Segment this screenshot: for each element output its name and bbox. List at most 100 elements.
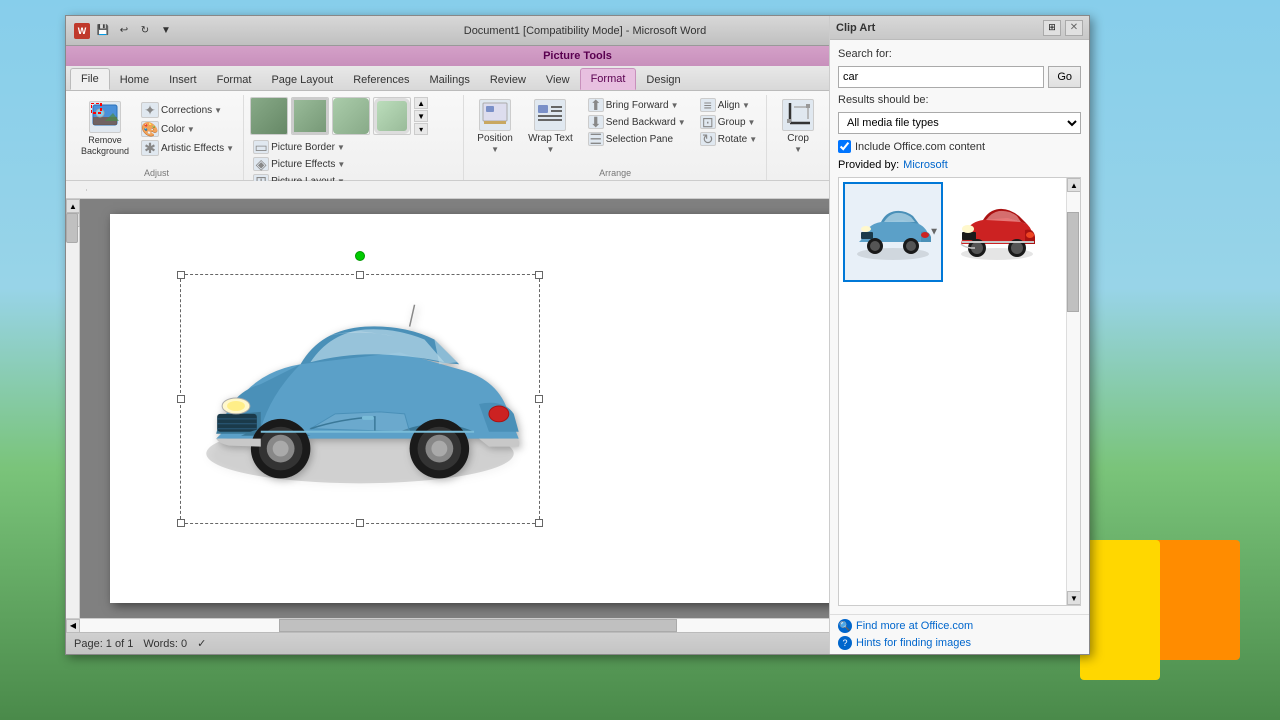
arrange-large-buttons: Position ▼ Wr <box>470 97 577 156</box>
hscroll-left[interactable]: ◀ <box>66 619 80 633</box>
picture-styles-content: ▲ ▼ ▾ ▭ Picture Border ▼ ◈ Picture Effec… <box>250 97 457 189</box>
tab-insert[interactable]: Insert <box>159 70 207 90</box>
wrap-text-icon <box>534 99 566 131</box>
adjust-group-content: Remove Background ✦ Corrections ▼ 🎨 Colo… <box>76 97 237 166</box>
group-label: Group <box>718 117 746 128</box>
tab-file[interactable]: File <box>70 68 110 90</box>
crop-button[interactable]: Crop ▼ <box>773 97 823 156</box>
pic-style-4[interactable] <box>373 97 411 135</box>
align-button[interactable]: ≡ Align ▼ <box>697 97 760 113</box>
group-icon: ⊡ <box>700 115 716 129</box>
gallery-scroll-down[interactable]: ▼ <box>1067 591 1081 605</box>
tab-view[interactable]: View <box>536 70 580 90</box>
align-arrow: ▼ <box>742 101 750 110</box>
picture-effects-arrow: ▼ <box>337 160 345 169</box>
arrange-align-buttons: ≡ Align ▼ ⊡ Group ▼ ↻ Rotate ▼ <box>697 97 760 147</box>
picture-border-button[interactable]: ▭ Picture Border ▼ <box>250 139 348 155</box>
handle-bottom-center[interactable] <box>356 519 364 527</box>
picture-effects-label: Picture Effects <box>271 159 335 170</box>
remove-background-button[interactable]: Remove Background <box>76 99 134 159</box>
handle-top-right[interactable] <box>535 271 543 279</box>
pic-style-2[interactable] <box>291 97 329 135</box>
crop-arrow: ▼ <box>794 145 802 154</box>
ribbon-group-picture-styles: ▲ ▼ ▾ ▭ Picture Border ▼ ◈ Picture Effec… <box>244 95 464 180</box>
color-label: Color <box>161 124 185 135</box>
find-more-link[interactable]: 🔍 Find more at Office.com <box>838 619 1081 632</box>
picture-effects-button[interactable]: ◈ Picture Effects ▼ <box>250 156 348 172</box>
bring-forward-button[interactable]: ⬆ Bring Forward ▼ <box>585 97 689 113</box>
handle-middle-left[interactable] <box>177 395 185 403</box>
styles-scroll-up[interactable]: ▲ <box>414 97 428 109</box>
corrections-icon: ✦ <box>141 102 159 118</box>
clip-art-result-2[interactable] <box>947 182 1047 282</box>
blue-car-thumbnail <box>853 202 933 262</box>
handle-top-left[interactable] <box>177 271 185 279</box>
hscroll-thumb[interactable] <box>279 619 677 632</box>
word-icon: W <box>74 23 90 39</box>
styles-expand[interactable]: ▾ <box>414 123 428 135</box>
corrections-button[interactable]: ✦ Corrections ▼ <box>138 101 237 119</box>
send-backward-arrow: ▼ <box>678 118 686 127</box>
send-backward-button[interactable]: ⬇ Send Backward ▼ <box>585 114 689 130</box>
tab-mailings[interactable]: Mailings <box>419 70 479 90</box>
rotate-arrow: ▼ <box>749 135 757 144</box>
artistic-effects-arrow: ▼ <box>226 144 234 153</box>
handle-top-center[interactable] <box>356 271 364 279</box>
group-button[interactable]: ⊡ Group ▼ <box>697 114 760 130</box>
clip-art-body: Search for: Go Results should be: All me… <box>830 181 1089 614</box>
selection-pane-button[interactable]: ☰ Selection Pane <box>585 131 689 147</box>
customize-qa-button[interactable]: ▼ <box>157 22 175 40</box>
picture-border-icon: ▭ <box>253 140 269 154</box>
color-button[interactable]: 🎨 Color ▼ <box>138 120 237 138</box>
position-label: Position <box>477 133 513 145</box>
scroll-up-btn[interactable]: ▲ <box>66 199 80 213</box>
selection-pane-label: Selection Pane <box>606 134 673 145</box>
tab-design[interactable]: Design <box>636 70 690 90</box>
artistic-effects-button[interactable]: ✱ Artistic Effects ▼ <box>138 139 237 157</box>
tab-format[interactable]: Format <box>207 70 262 90</box>
align-icon: ≡ <box>700 98 716 112</box>
tab-references[interactable]: References <box>343 70 419 90</box>
gallery-scroll-thumb[interactable] <box>1067 212 1079 312</box>
artistic-effects-label: Artistic Effects <box>161 143 224 154</box>
rotation-handle[interactable] <box>355 251 365 261</box>
tab-review[interactable]: Review <box>480 70 536 90</box>
page-info: Page: 1 of 1 <box>74 638 133 650</box>
crop-label: Crop <box>787 133 809 145</box>
word-count: Words: 0 <box>143 638 187 650</box>
wrap-text-button[interactable]: Wrap Text ▼ <box>524 97 577 156</box>
tab-page-layout[interactable]: Page Layout <box>261 70 343 90</box>
left-scrollbar-area: ▲ ▼ <box>66 199 80 618</box>
find-more-text: Find more at Office.com <box>856 620 973 632</box>
result-1-arrow[interactable]: ▼ <box>929 227 939 238</box>
arrange-small-buttons: ⬆ Bring Forward ▼ ⬇ Send Backward ▼ ☰ Se… <box>585 97 689 147</box>
selected-image-container[interactable] <box>180 274 540 524</box>
arrange-content: Position ▼ Wr <box>470 97 760 166</box>
remove-background-label: Remove Background <box>80 135 130 157</box>
tab-home[interactable]: Home <box>110 70 159 90</box>
handle-middle-right[interactable] <box>535 395 543 403</box>
handle-bottom-right[interactable] <box>535 519 543 527</box>
position-button[interactable]: Position ▼ <box>470 97 520 156</box>
tab-picture-tools-format[interactable]: Format <box>580 68 637 90</box>
handle-bottom-left[interactable] <box>177 519 185 527</box>
save-button[interactable]: 💾 <box>94 22 112 40</box>
left-scroll-thumb[interactable] <box>66 213 78 243</box>
rotate-button[interactable]: ↻ Rotate ▼ <box>697 131 760 147</box>
wrap-text-label: Wrap Text <box>528 133 573 145</box>
redo-button[interactable]: ↻ <box>136 22 154 40</box>
pic-style-1[interactable] <box>250 97 288 135</box>
word-window: W 💾 ↩ ↻ ▼ Document1 [Compatibility Mode]… <box>65 15 1090 655</box>
gallery-scroll-up[interactable]: ▲ <box>1067 181 1081 192</box>
document-content-area: ▲ ▼ <box>66 181 1089 632</box>
pic-style-3[interactable] <box>332 97 370 135</box>
clip-art-results-gallery[interactable]: ▼ <box>838 181 1081 606</box>
car-image <box>181 275 539 523</box>
selection-pane-icon: ☰ <box>588 132 604 146</box>
clip-art-result-1[interactable]: ▼ <box>843 182 943 282</box>
styles-scroll-down[interactable]: ▼ <box>414 110 428 122</box>
picture-border-label: Picture Border <box>271 142 335 153</box>
undo-button[interactable]: ↩ <box>115 22 133 40</box>
bring-forward-arrow: ▼ <box>671 101 679 110</box>
color-icon: 🎨 <box>141 121 159 137</box>
